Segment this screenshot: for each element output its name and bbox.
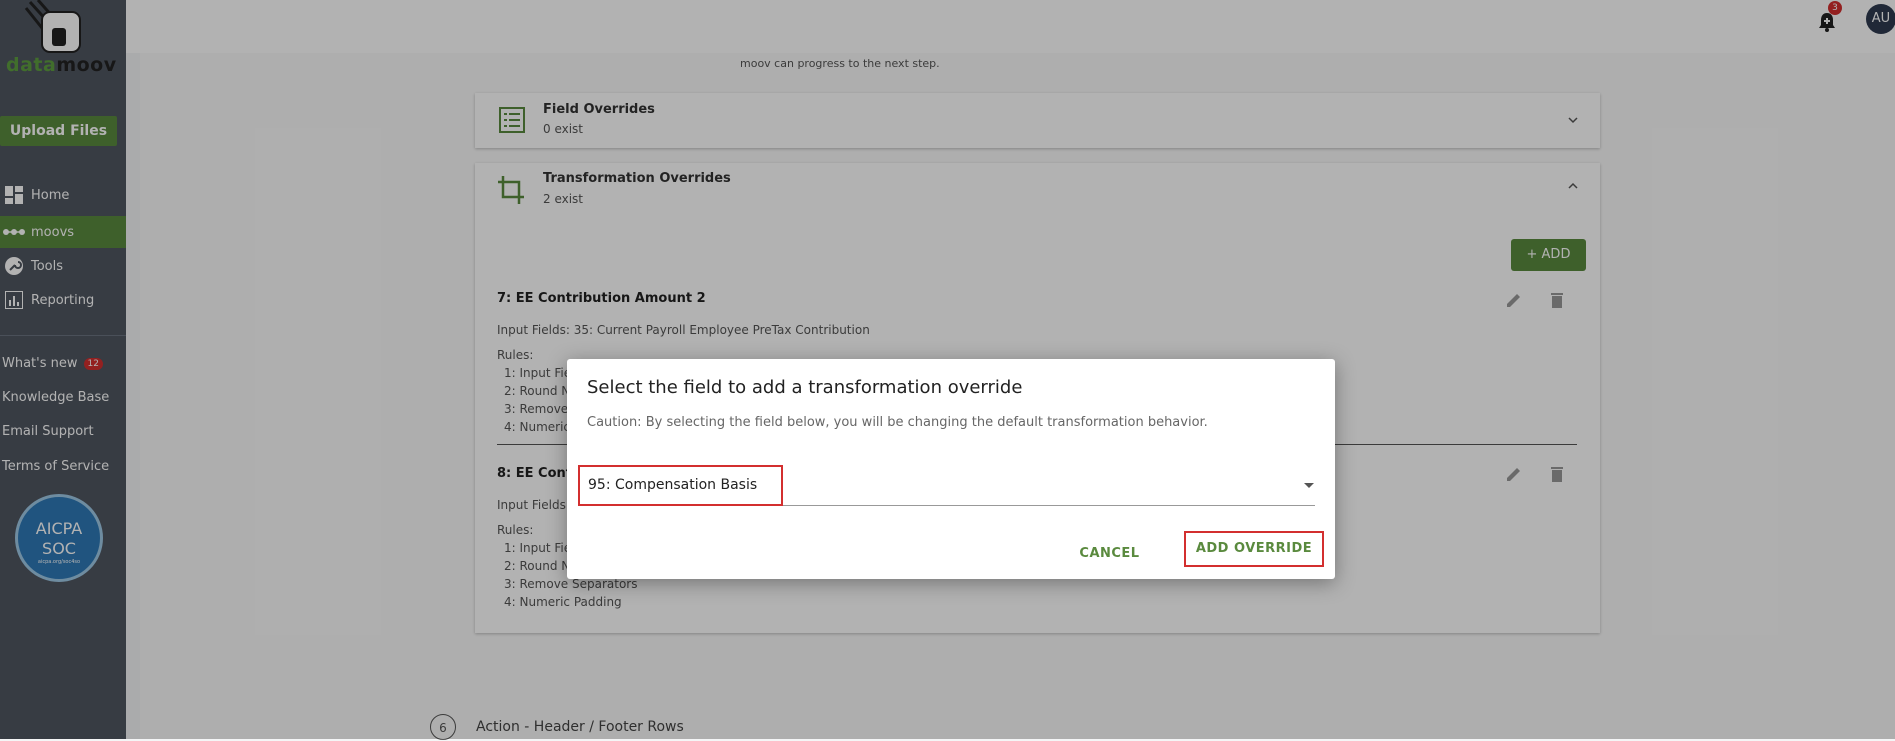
add-override-button[interactable]: ADD OVERRIDE <box>1184 531 1324 567</box>
dialog-caution-text: Caution: By selecting the field below, y… <box>587 415 1208 430</box>
add-transformation-override-dialog: Select the field to add a transformation… <box>567 359 1335 579</box>
select-underline <box>783 505 1315 506</box>
cancel-button[interactable]: CANCEL <box>1072 539 1147 569</box>
dropdown-arrow-icon[interactable] <box>1304 483 1314 488</box>
field-select[interactable]: 95: Compensation Basis <box>578 465 783 506</box>
dialog-title: Select the field to add a transformation… <box>587 377 1023 398</box>
